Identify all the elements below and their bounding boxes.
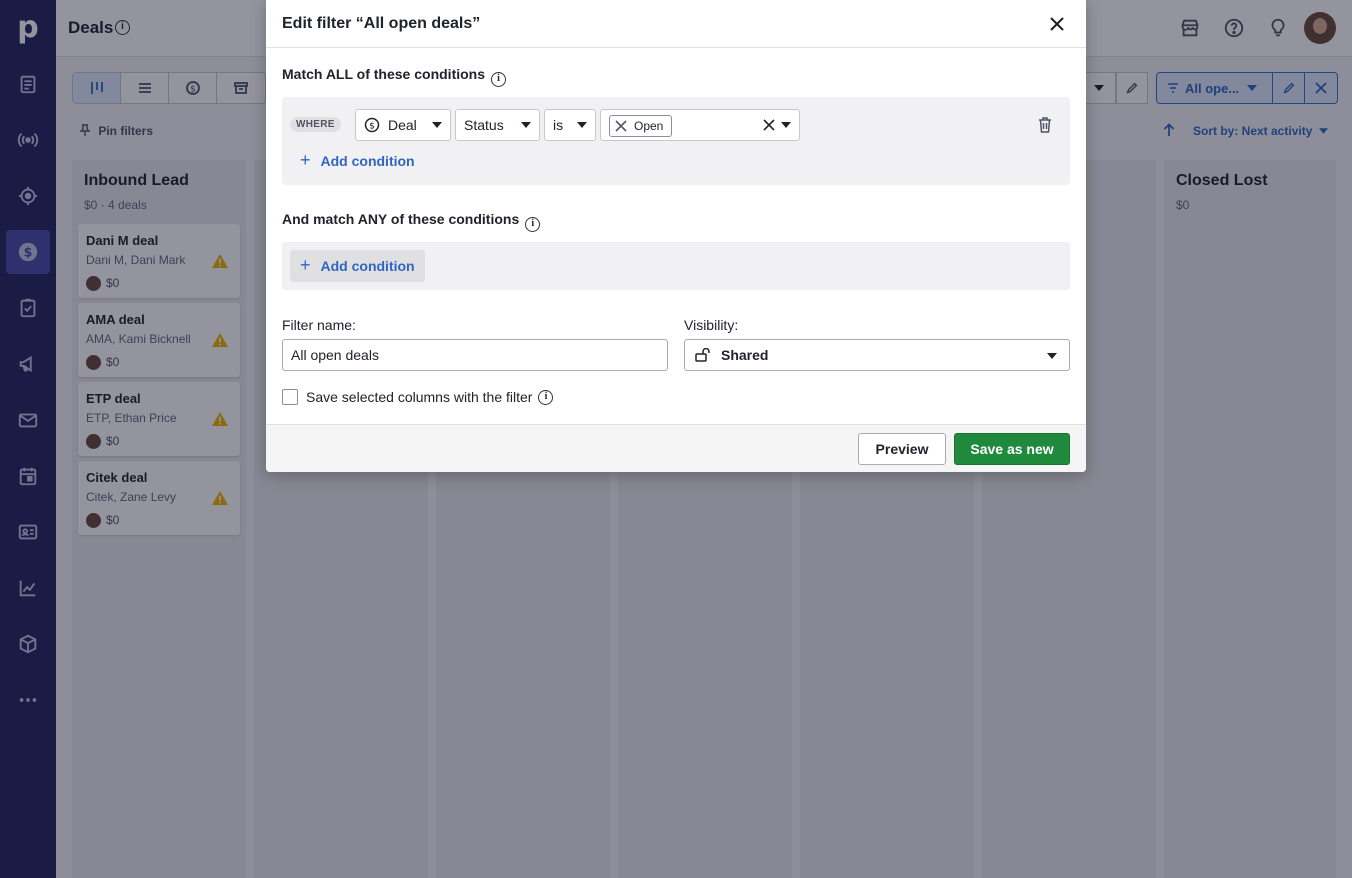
close-icon[interactable] [1047,14,1067,34]
visibility-dropdown[interactable]: Shared [684,339,1070,371]
info-icon[interactable]: i [525,217,541,232]
trash-icon[interactable] [1038,117,1052,133]
save-columns-checkbox[interactable] [282,389,298,405]
info-icon[interactable]: i [538,389,554,405]
plus-icon: + [300,149,311,170]
remove-chip-icon[interactable] [615,120,627,132]
edit-filter-dialog: Edit filter “All open deals” Match ALL o… [266,0,1086,472]
save-columns-option: Save selected columns with the filter i [282,389,554,405]
dialog-footer: Preview Save as new [266,424,1086,472]
add-condition-button[interactable]: + Add condition [290,145,425,177]
dialog-title: Edit filter “All open deals” [282,15,481,32]
chevron-down-icon [521,122,531,128]
match-all-heading: Match ALL of these conditions i [282,66,507,87]
entity-dropdown[interactable]: $ Deal [355,109,451,141]
chevron-down-icon [432,122,442,128]
save-as-new-button[interactable]: Save as new [954,433,1070,465]
where-badge: WHERE [290,117,341,132]
clear-value-icon[interactable] [763,119,775,131]
all-conditions-box: WHERE $ Deal Status is Open + Add conditi… [282,97,1070,185]
svg-text:$: $ [369,122,375,132]
info-icon[interactable]: i [491,72,507,87]
field-dropdown[interactable]: Status [455,109,540,141]
operator-dropdown[interactable]: is [544,109,596,141]
save-columns-label[interactable]: Save selected columns with the filter [306,389,532,405]
filter-name-input[interactable]: All open deals [282,339,668,371]
preview-button[interactable]: Preview [858,433,946,465]
visibility-label: Visibility: [684,317,739,333]
chevron-down-icon [781,122,791,128]
chevron-down-icon [577,122,587,128]
unlock-icon [695,348,710,362]
deal-dollar-icon: $ [364,117,380,133]
plus-icon: + [300,254,311,275]
filter-name-label: Filter name: [282,317,356,333]
dialog-header: Edit filter “All open deals” [266,0,1086,48]
value-chip: Open [609,115,673,137]
any-conditions-box: + Add condition [282,242,1070,290]
chevron-down-icon [1047,353,1057,359]
match-any-heading: And match ANY of these conditions i [282,211,541,232]
value-multiselect[interactable]: Open [600,109,800,141]
add-condition-button[interactable]: + Add condition [290,250,425,282]
